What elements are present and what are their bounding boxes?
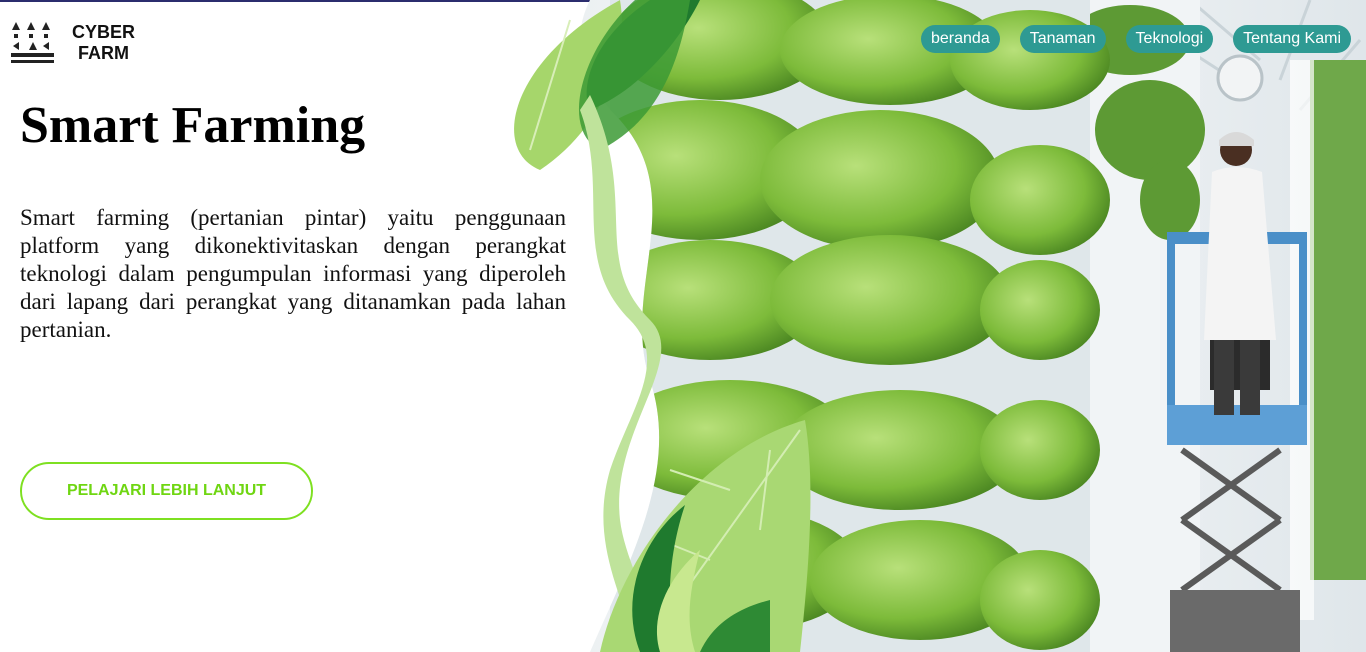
learn-more-button[interactable]: PELAJARI LEBIH LANJUT (20, 462, 313, 520)
brand-line1: CYBER (72, 22, 136, 42)
nav-item-tanaman[interactable]: Tanaman (1019, 25, 1106, 53)
nav-item-teknologi[interactable]: Teknologi (1125, 25, 1214, 53)
vertical-farm-illustration (514, 0, 1366, 652)
hero-description: Smart farming (pertanian pintar) yaitu p… (20, 205, 566, 342)
farm-sprinkler-icon (11, 22, 54, 63)
main-nav: beranda Tanaman Teknologi Tentang Kami (921, 25, 1351, 53)
nav-item-tentang-kami[interactable]: Tentang Kami (1233, 25, 1351, 53)
brand-logo[interactable]: CYBER FARM (10, 20, 135, 66)
hero-image (470, 0, 1366, 652)
page-title: Smart Farming (20, 97, 366, 154)
brand-name: CYBER FARM (72, 22, 135, 64)
brand-line2: FARM (78, 43, 129, 63)
nav-item-beranda[interactable]: beranda (921, 25, 1000, 53)
